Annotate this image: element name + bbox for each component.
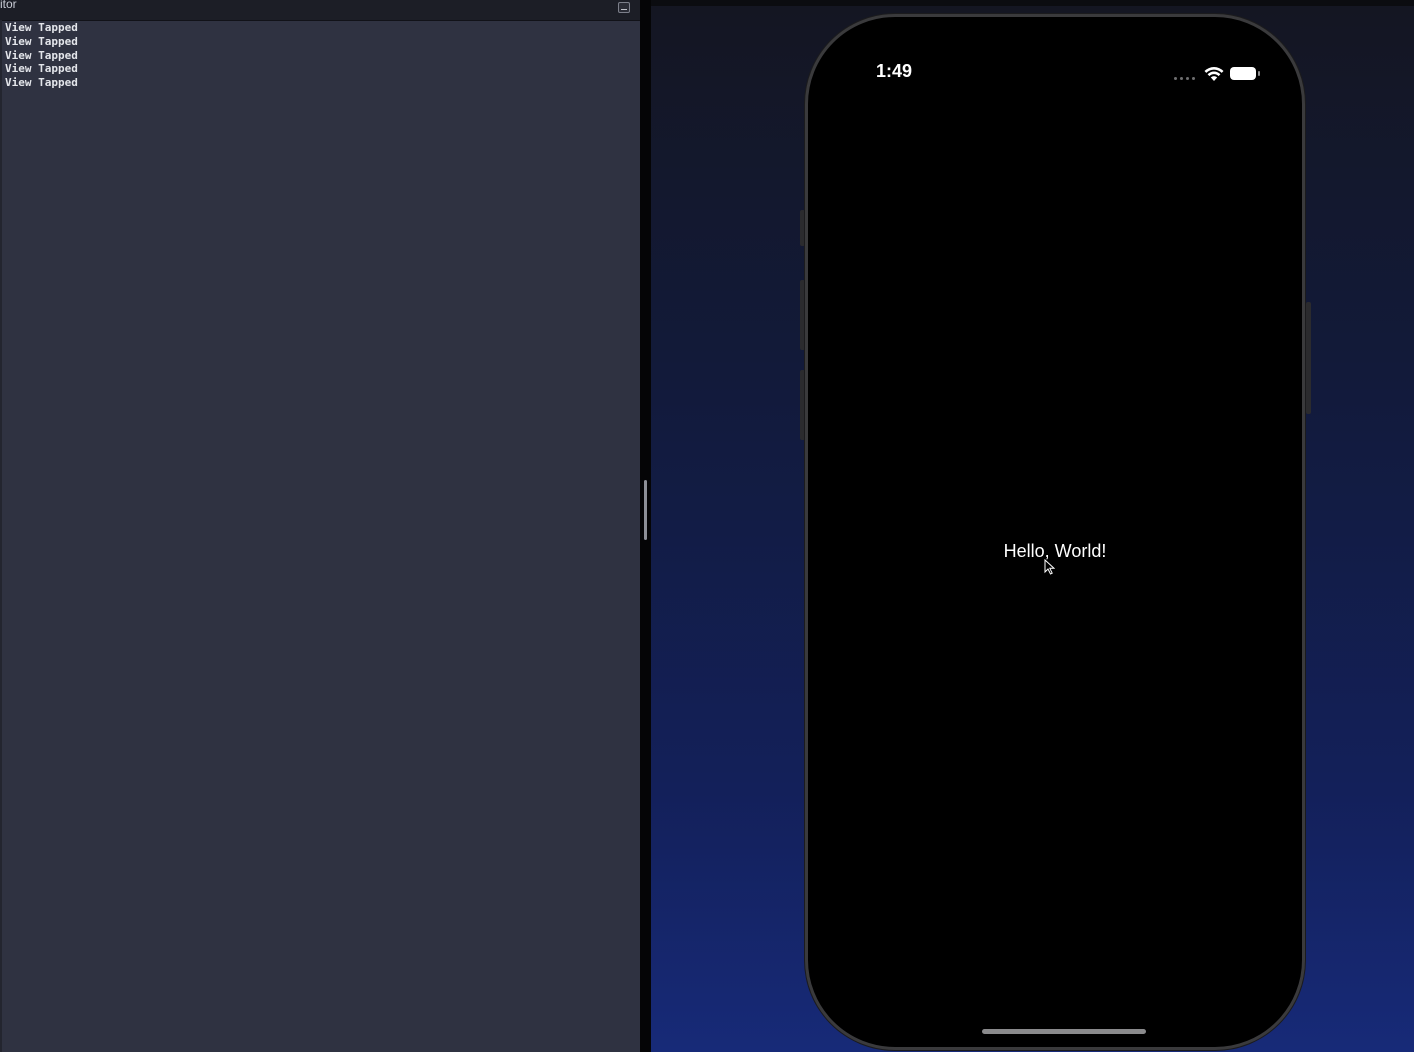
pointer-cursor-icon (1044, 559, 1055, 575)
simulator-window: 1:49 Hello, World! (651, 6, 1414, 1052)
status-bar-time: 1:49 (876, 61, 913, 81)
console-title: itor (0, 0, 17, 11)
phone-screen[interactable]: 1:49 Hello, World! (812, 21, 1298, 1043)
console-line: View Tapped (5, 21, 78, 34)
signal-icon (1174, 77, 1196, 80)
minimize-icon[interactable] (618, 2, 630, 13)
wifi-icon (1204, 67, 1224, 81)
home-indicator[interactable] (982, 1029, 1146, 1034)
iphone-device-frame: 1:49 Hello, World! (805, 14, 1305, 1050)
split-drag-handle[interactable] (644, 480, 647, 540)
console-header: itor (0, 0, 640, 21)
console-line: View Tapped (5, 76, 78, 90)
hello-world-label[interactable]: Hello, World! (812, 541, 1298, 562)
console-line: View Tapped (5, 34, 78, 48)
phone-power-button (1306, 302, 1311, 414)
debug-console: itor View Tapped View Tapped View Tapped… (0, 0, 640, 1052)
console-line: View Tapped (5, 62, 78, 76)
split-divider[interactable] (640, 0, 651, 1052)
battery-icon (1230, 67, 1260, 80)
console-output[interactable]: View Tapped View Tapped View Tapped View… (5, 21, 78, 90)
console-border (0, 20, 2, 1052)
console-line: View Tapped (5, 48, 78, 62)
